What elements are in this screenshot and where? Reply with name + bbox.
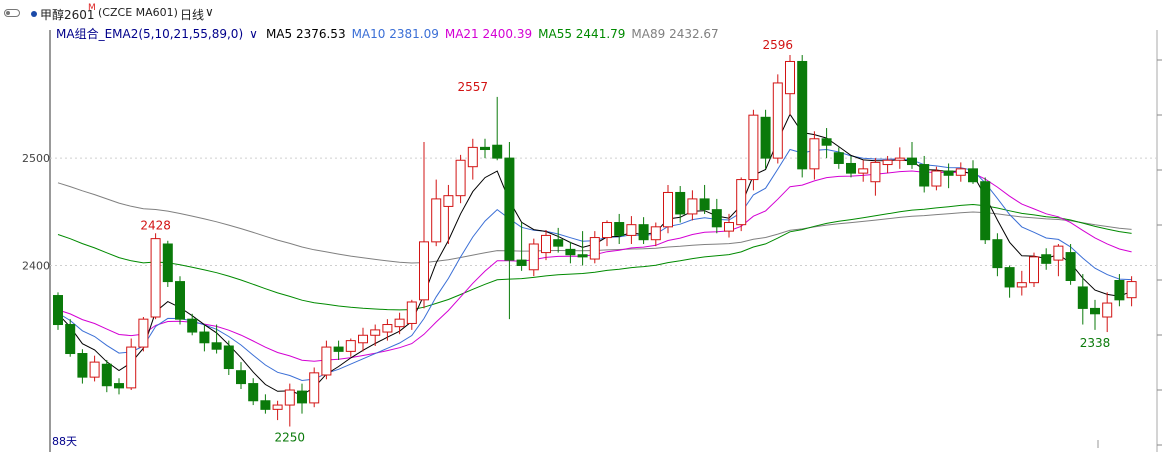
candle [1053,245,1064,261]
candle [150,238,161,318]
candle [724,222,734,232]
candle [175,281,185,320]
candle [455,159,466,197]
candle [1065,252,1076,282]
candle [345,340,356,352]
candle [89,361,100,378]
candle [711,209,722,228]
candle [577,254,588,258]
price-annotation: 2250 [275,431,306,445]
candle [919,164,930,187]
candle [785,60,795,95]
candle [211,342,222,350]
candle [797,60,808,170]
ma21-line [57,170,1132,362]
candle [236,370,246,385]
candle [736,179,747,226]
candlestick-chart[interactable]: 2400 2500 2596 2557 2428 2250 2338 [0,0,1164,452]
candle [968,168,978,183]
candle [1090,307,1100,315]
candle [565,248,576,256]
candle [126,346,137,389]
candle [1041,254,1052,264]
candle [187,318,198,333]
price-annotation: 2338 [1080,336,1111,350]
candle [309,372,320,404]
candle [1114,280,1125,301]
price-annotation: 2557 [458,80,489,94]
candle [894,157,905,161]
candle [638,224,649,241]
candle [248,383,259,402]
candle [480,146,490,151]
candle [833,152,844,164]
candle [272,404,283,410]
candle [358,334,368,344]
candle [1016,282,1027,288]
days-count-label: 88天 [52,435,77,448]
candle [980,181,991,241]
candle [394,318,405,328]
candle [223,345,234,370]
candle [760,116,771,159]
candle [114,383,124,389]
candle [553,239,564,247]
candle [65,324,76,355]
candle [846,162,856,174]
candle [162,243,173,283]
candle [443,195,454,207]
candle [675,191,686,215]
candle [870,161,881,183]
candle [431,198,442,243]
candle [516,259,527,266]
candle [370,329,381,336]
candle [772,82,783,159]
candle [260,400,271,410]
candle [663,191,673,228]
candle [858,168,869,174]
candle [1077,286,1088,309]
candle [101,363,112,387]
candle [284,389,295,406]
candle [614,222,625,236]
candle [504,157,515,261]
y-tick-label: 2400 [22,259,50,272]
candle [297,390,307,404]
candle [992,239,1003,269]
candle [907,157,917,166]
candle [406,301,417,324]
candle [333,346,344,352]
candle [821,138,832,146]
candle [626,224,637,236]
price-annotation: 2428 [140,218,171,232]
candle [528,243,539,271]
candle [138,318,149,348]
candle [602,222,612,239]
candle [321,346,332,376]
candle [1029,256,1039,284]
candle [943,170,954,176]
candle [1126,281,1137,299]
candle [931,170,942,187]
y-tick-label: 2500 [22,152,50,165]
candle [77,353,88,378]
candle [955,168,966,176]
candle [492,144,503,159]
candle [1102,302,1113,318]
candle [467,146,478,168]
candle [650,226,661,241]
candle [882,159,893,166]
candle [199,331,210,344]
candle [699,198,710,211]
candle [1004,267,1015,288]
candle [589,237,600,260]
candle [541,234,551,254]
candle [687,198,698,215]
candle [809,138,820,170]
candle [748,114,759,181]
price-annotation: 2596 [763,38,794,52]
candle [382,324,393,333]
candle [53,295,63,326]
candle [419,241,429,301]
